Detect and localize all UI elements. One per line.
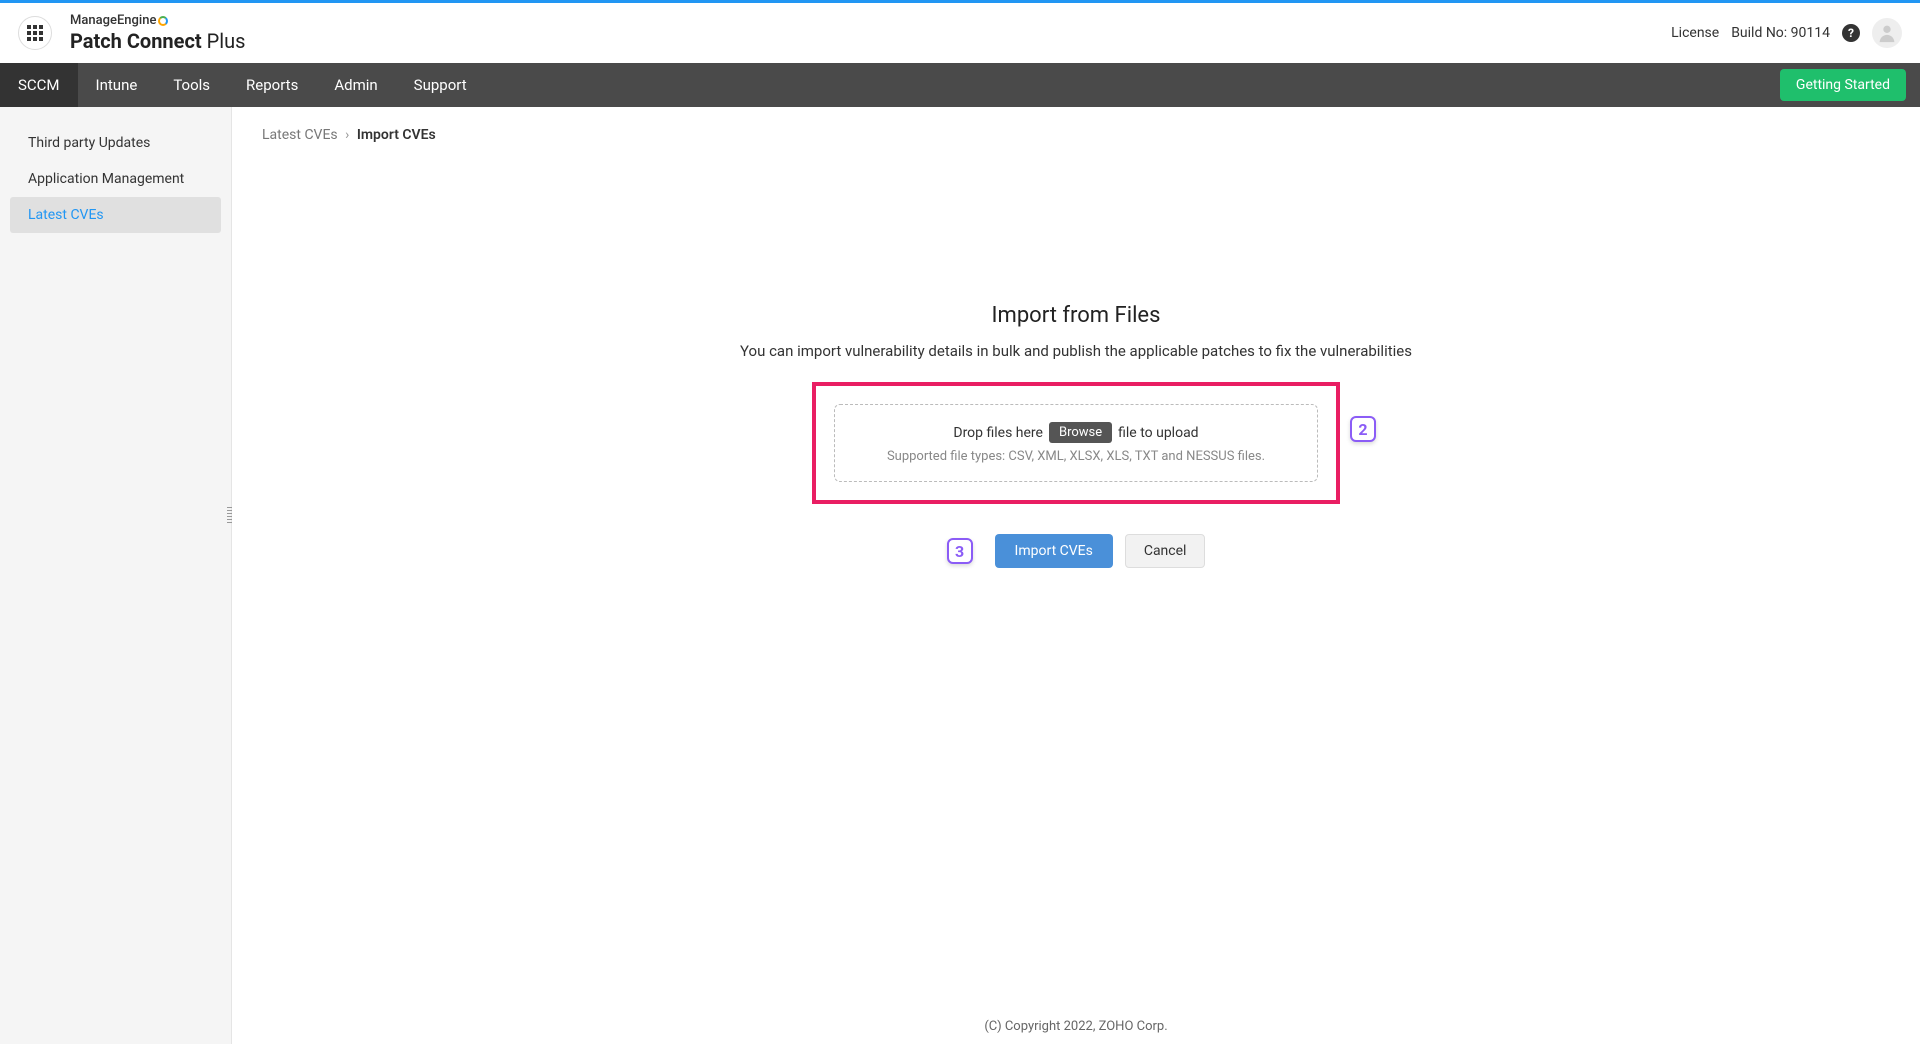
drop-suffix: file to upload [1118, 425, 1198, 441]
brand-top: ManageEngine [70, 13, 156, 29]
license-link[interactable]: License [1671, 25, 1719, 41]
sidebar: Third party Updates Application Manageme… [0, 107, 232, 1044]
file-dropzone[interactable]: Drop files here Browse file to upload Su… [834, 404, 1318, 482]
apps-launcher-button[interactable] [18, 16, 52, 50]
breadcrumb-current: Import CVEs [357, 127, 436, 143]
import-title: Import from Files [992, 303, 1161, 328]
brand-bottom-bold: Patch Connect [70, 29, 202, 53]
breadcrumb-parent[interactable]: Latest CVEs [262, 127, 338, 143]
sidebar-item-application-management[interactable]: Application Management [10, 161, 221, 197]
apps-grid-icon [27, 25, 43, 41]
step-badge-3: 3 [947, 538, 973, 564]
person-icon [1876, 22, 1898, 44]
sidebar-item-latest-cves[interactable]: Latest CVEs [10, 197, 221, 233]
action-row: 3 Import CVEs Cancel [947, 534, 1206, 568]
product-logo: ManageEngine Patch Connect Plus [70, 13, 245, 53]
import-section: Import from Files You can import vulnera… [262, 303, 1890, 568]
dropzone-highlight: Drop files here Browse file to upload Su… [812, 382, 1340, 504]
nav-support[interactable]: Support [396, 63, 485, 107]
footer-copyright: (C) Copyright 2022, ZOHO Corp. [232, 1019, 1920, 1034]
supported-file-types: Supported file types: CSV, XML, XLSX, XL… [887, 449, 1265, 464]
brand-bottom-light: Plus [202, 29, 246, 53]
breadcrumb: Latest CVEs › Import CVEs [262, 127, 1890, 143]
app-header: ManageEngine Patch Connect Plus License … [0, 3, 1920, 63]
getting-started-button[interactable]: Getting Started [1780, 69, 1906, 101]
chevron-right-icon: › [345, 127, 349, 143]
import-subtitle: You can import vulnerability details in … [740, 342, 1412, 360]
nav-intune[interactable]: Intune [78, 63, 156, 107]
main-content: Latest CVEs › Import CVEs Import from Fi… [232, 107, 1920, 1044]
body-area: Third party Updates Application Manageme… [0, 107, 1920, 1044]
nav-admin[interactable]: Admin [316, 63, 395, 107]
browse-button[interactable]: Browse [1049, 422, 1112, 443]
build-number: Build No: 90114 [1731, 25, 1830, 41]
brand-swirl-icon [158, 16, 168, 26]
cancel-button[interactable]: Cancel [1125, 534, 1206, 568]
help-icon[interactable]: ? [1842, 24, 1860, 42]
sidebar-item-third-party-updates[interactable]: Third party Updates [10, 125, 221, 161]
nav-reports[interactable]: Reports [228, 63, 316, 107]
nav-sccm[interactable]: SCCM [0, 63, 78, 107]
user-avatar[interactable] [1872, 18, 1902, 48]
import-cves-button[interactable]: Import CVEs [995, 534, 1113, 568]
nav-tools[interactable]: Tools [155, 63, 228, 107]
step-badge-2: 2 [1350, 416, 1376, 442]
drop-prefix: Drop files here [953, 425, 1043, 441]
main-nav: SCCM Intune Tools Reports Admin Support … [0, 63, 1920, 107]
